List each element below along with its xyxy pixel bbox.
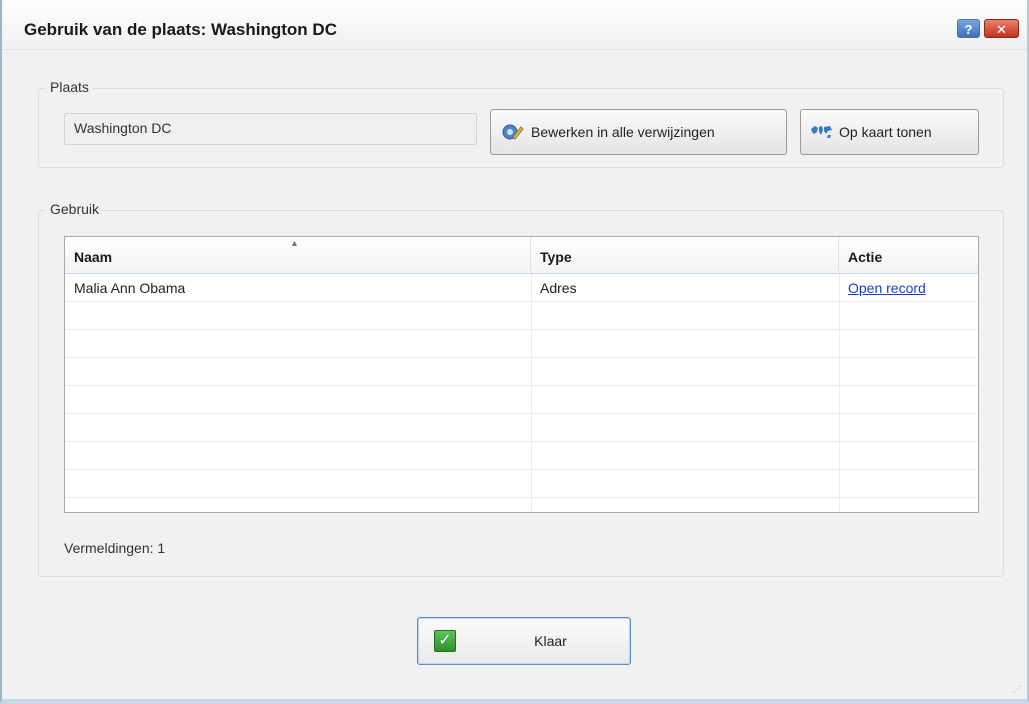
table-row-empty xyxy=(65,386,978,414)
table-body: Malia Ann Obama Adres Open record xyxy=(65,274,978,498)
table-row-empty xyxy=(65,470,978,498)
done-button[interactable]: ✓ Klaar xyxy=(417,617,631,665)
column-header-name[interactable]: Naam ▲ xyxy=(65,237,531,274)
table-row-empty xyxy=(65,358,978,386)
usage-group-label: Gebruik xyxy=(46,201,104,217)
edit-icon xyxy=(501,121,525,143)
table-header: Naam ▲ Type Actie xyxy=(65,237,978,274)
sort-ascending-icon: ▲ xyxy=(290,238,299,248)
entries-count: Vermeldingen: 1 xyxy=(64,540,166,556)
cell-action: Open record xyxy=(839,274,978,302)
title-bar: Gebruik van de plaats: Washington DC ? ✕ xyxy=(2,0,1027,50)
column-header-type[interactable]: Type xyxy=(531,237,839,274)
table-row-empty xyxy=(65,442,978,470)
table-row-empty xyxy=(65,302,978,330)
column-header-action[interactable]: Actie xyxy=(839,237,978,274)
show-on-map-button[interactable]: Op kaart tonen xyxy=(800,109,979,155)
help-button[interactable]: ? xyxy=(957,19,980,38)
table-row[interactable]: Malia Ann Obama Adres Open record xyxy=(65,274,978,302)
done-button-label: Klaar xyxy=(534,633,567,649)
place-group-label: Plaats xyxy=(46,79,93,95)
resize-grip-icon[interactable]: ⋰ xyxy=(1013,684,1022,695)
cell-type: Adres xyxy=(540,280,577,296)
show-on-map-label: Op kaart tonen xyxy=(839,124,932,140)
table-row-empty xyxy=(65,414,978,442)
open-record-link[interactable]: Open record xyxy=(848,280,926,296)
world-map-icon xyxy=(809,121,833,143)
usage-table: Naam ▲ Type Actie Malia Ann Obama Adres … xyxy=(64,236,979,513)
close-button[interactable]: ✕ xyxy=(984,19,1019,38)
place-name-field: Washington DC xyxy=(64,113,477,145)
table-row-empty xyxy=(65,330,978,358)
dialog-title: Gebruik van de plaats: Washington DC xyxy=(24,20,337,39)
dialog-window: Gebruik van de plaats: Washington DC ? ✕… xyxy=(0,0,1029,704)
edit-all-references-button[interactable]: Bewerken in alle verwijzingen xyxy=(490,109,787,155)
edit-all-references-label: Bewerken in alle verwijzingen xyxy=(531,124,715,140)
cell-name: Malia Ann Obama xyxy=(74,280,186,296)
